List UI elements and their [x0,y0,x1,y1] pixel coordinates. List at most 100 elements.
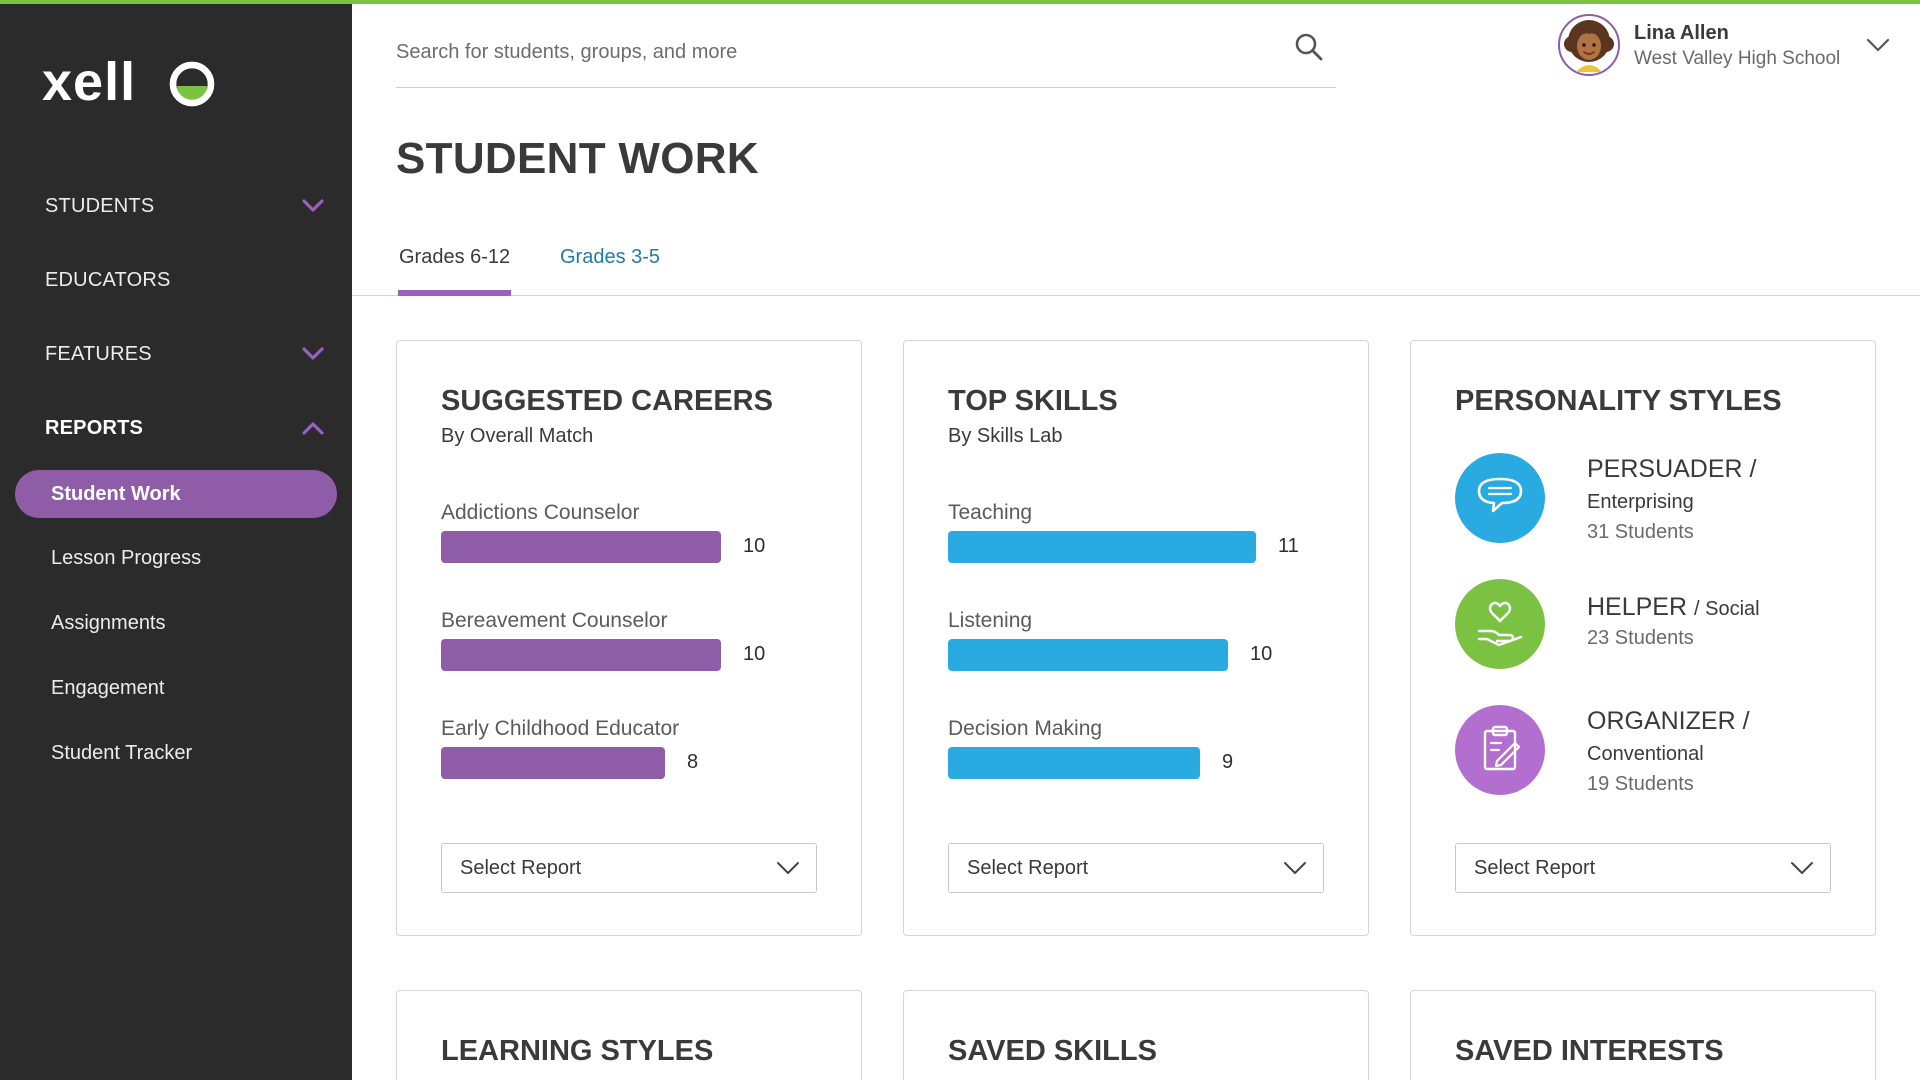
nav-reports-label: REPORTS [45,416,144,439]
user-name: Lina Allen [1634,22,1729,44]
select-report-dropdown[interactable]: Select Report [948,843,1324,893]
sidebar-item-lesson-progress[interactable]: Lesson Progress [15,534,337,582]
personality-persuader[interactable]: PERSUADER / Enterprising 31 Students [1455,453,1855,553]
sidebar-item-label: Assignments [51,611,166,634]
bar-value-label: 10 [743,535,766,557]
nav-students[interactable]: STUDENTS [0,176,352,236]
personality-label: PERSUADER / [1587,455,1757,483]
sidebar-item-engagement[interactable]: Engagement [15,664,337,712]
saved-interests-card: SAVED INTERESTS [1410,990,1876,1080]
select-report-dropdown[interactable]: Select Report [441,843,817,893]
nav-educators[interactable]: EDUCATORS [0,250,352,310]
heart-hand-icon [1455,579,1545,669]
sidebar: xell STUDENTS EDUCATORS FEATURES REPORTS… [0,0,352,1080]
card-title: SUGGESTED CAREERS [441,385,773,417]
bar-value-label: 9 [1222,751,1234,773]
suggested-careers-card: SUGGESTED CAREERS By Overall Match Addic… [396,340,862,936]
bar [441,747,665,779]
card-title: LEARNING STYLES [441,1035,714,1067]
bar-row: Early Childhood Educator 8 [441,717,821,787]
sidebar-item-label: Student Tracker [51,741,193,764]
user-menu[interactable]: Lina Allen West Valley High School [1558,14,1898,78]
personality-name: ORGANIZER [1587,707,1736,735]
personality-category: Social [1705,598,1760,620]
nav-features-label: FEATURES [45,342,152,365]
bar-label: Early Childhood Educator [441,717,680,740]
top-accent-line [0,0,1920,4]
avatar [1558,14,1620,76]
chevron-down-icon [777,862,799,874]
nav-features[interactable]: FEATURES [0,324,352,384]
user-school: West Valley High School [1634,48,1841,69]
tab-grades-6-12[interactable]: Grades 6-12 [399,246,510,269]
select-label: Select Report [460,857,582,879]
select-label: Select Report [967,857,1089,879]
sidebar-item-assignments[interactable]: Assignments [15,599,337,647]
page-title: STUDENT WORK [396,134,759,183]
nav-reports[interactable]: REPORTS [0,398,352,458]
sidebar-item-label: Student Work [51,482,181,505]
speech-bubble-icon [1455,453,1545,543]
card-subtitle: By Overall Match [441,425,594,447]
select-report-dropdown[interactable]: Select Report [1455,843,1831,893]
card-title: PERSONALITY STYLES [1455,385,1782,417]
bar-value-label: 10 [743,643,766,665]
bar [441,639,721,671]
sidebar-item-student-tracker[interactable]: Student Tracker [15,729,337,777]
personality-styles-card: PERSONALITY STYLES PERSUADER / Enterpris… [1410,340,1876,936]
chevron-down-icon [1284,862,1306,874]
chevron-down-icon [302,347,324,360]
bar-label: Addictions Counselor [441,501,640,524]
xello-logo[interactable]: xell [42,52,222,112]
bar-label: Decision Making [948,717,1103,740]
personality-name: PERSUADER [1587,455,1743,483]
bar-label: Teaching [948,501,1033,524]
sidebar-item-student-work[interactable]: Student Work [15,470,337,518]
personality-category: Enterprising [1587,491,1694,513]
sidebar-item-label: Lesson Progress [51,546,202,569]
card-title: SAVED SKILLS [948,1035,1157,1067]
grade-tabs: Grades 6-12 Grades 3-5 [352,232,1920,296]
nav-educators-label: EDUCATORS [45,268,171,291]
clipboard-icon [1455,705,1545,795]
chevron-up-icon [302,422,324,435]
personality-label: HELPER / Social [1587,593,1760,621]
bar [441,531,721,563]
search-input[interactable] [396,32,1256,72]
bar-value-label: 11 [1278,535,1299,557]
bar [948,747,1200,779]
search-icon[interactable] [1294,32,1324,62]
personality-category: Conventional [1587,743,1704,765]
select-label: Select Report [1474,857,1596,879]
top-skills-card: TOP SKILLS By Skills Lab Teaching 11 Liste… [903,340,1369,936]
saved-skills-card: SAVED SKILLS [903,990,1369,1080]
search-bar [396,20,1336,88]
bar-row: Addictions Counselor 10 [441,501,821,571]
bar-row: Teaching 11 [948,501,1328,571]
card-title: TOP SKILLS [948,385,1118,417]
bar-row: Bereavement Counselor 10 [441,609,821,679]
personality-helper[interactable]: HELPER / Social 23 Students [1455,579,1855,679]
personality-name: HELPER [1587,593,1688,621]
personality-count: 23 Students [1587,627,1694,649]
bar-row: Listening 10 [948,609,1328,679]
personality-count: 19 Students [1587,773,1694,795]
nav-students-label: STUDENTS [45,194,155,217]
bar-label: Listening [948,609,1033,632]
personality-label: ORGANIZER / [1587,707,1750,735]
card-title: SAVED INTERESTS [1455,1035,1724,1067]
chevron-down-icon [302,199,324,212]
bar-label: Bereavement Counselor [441,609,668,632]
bar-value-label: 10 [1250,643,1273,665]
personality-count: 31 Students [1587,521,1694,543]
tab-grades-3-5[interactable]: Grades 3-5 [560,246,660,269]
chevron-down-icon [1791,862,1813,874]
bar-value-label: 8 [687,751,699,773]
bar [948,531,1256,563]
learning-styles-card: LEARNING STYLES [396,990,862,1080]
bar [948,639,1228,671]
personality-organizer[interactable]: ORGANIZER / Conventional 19 Students [1455,705,1855,805]
chevron-down-icon[interactable] [1866,38,1890,52]
svg-text:xell: xell [42,56,136,112]
bar-row: Decision Making 9 [948,717,1328,787]
